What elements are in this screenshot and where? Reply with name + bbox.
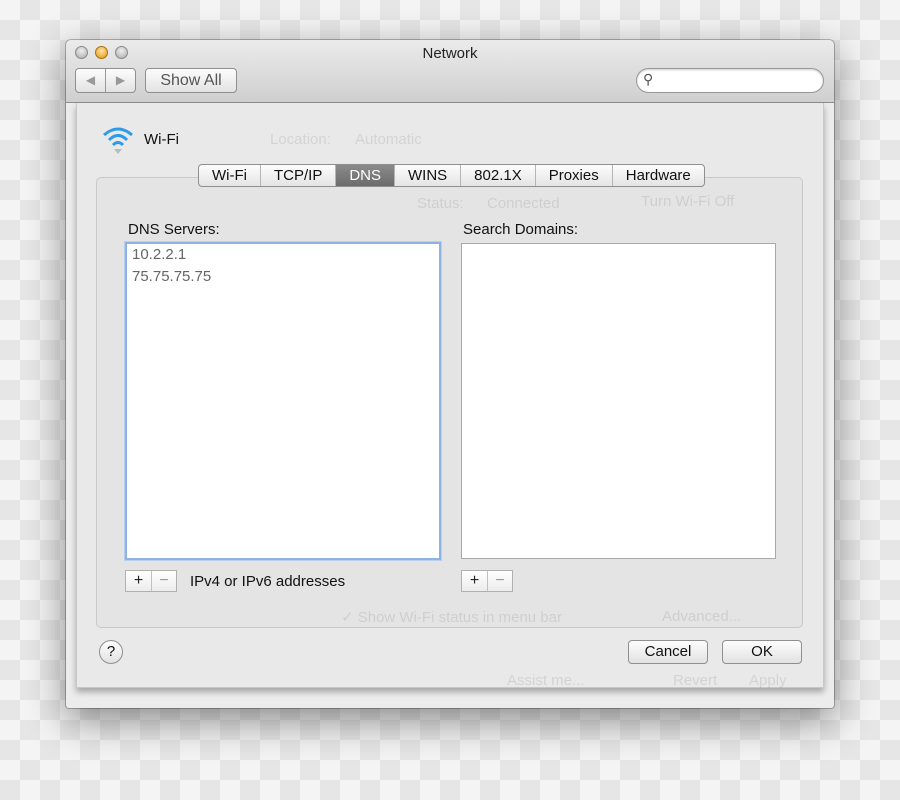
tab-wifi[interactable]: Wi-Fi [199,165,260,186]
ghost-advanced: Advanced... [662,608,742,625]
dns-hint: IPv4 or IPv6 addresses [190,573,346,590]
dns-servers-list[interactable]: 10.2.2.1 75.75.75.75 [125,242,441,560]
ghost-assist: Assist me... [507,672,585,689]
title-bar: Network ◀ ▶ Show All ⚲ [66,40,834,103]
wifi-icon [103,127,133,154]
ghost-apply: Apply [749,672,787,689]
back-forward-control[interactable]: ◀ ▶ [75,68,136,93]
dns-add-remove: + − [125,570,177,592]
ghost-revert: Revert [673,672,718,689]
tab-8021x[interactable]: 802.1X [460,165,535,186]
add-domain-button[interactable]: + [462,571,487,591]
search-input[interactable]: ⚲ [636,68,824,93]
tab-hardware[interactable]: Hardware [611,165,704,186]
service-name: Wi-Fi [144,131,179,148]
tab-wins[interactable]: WINS [394,165,460,186]
cancel-button[interactable]: Cancel [628,640,708,664]
tab-tcpip[interactable]: TCP/IP [259,165,335,186]
dns-servers-label: DNS Servers: [128,221,220,238]
search-domains-list[interactable] [461,243,776,559]
location-label: Location: [270,131,331,148]
location-value: Automatic [355,131,422,148]
forward-icon[interactable]: ▶ [105,69,135,92]
dns-server-entry[interactable]: 10.2.2.1 [127,244,439,266]
remove-dns-button[interactable]: − [151,571,176,591]
tab-proxies[interactable]: Proxies [534,165,612,186]
magnifier-icon: ⚲ [643,71,654,87]
window-title: Network [422,45,478,62]
ghost-status-label: Status: [417,195,464,212]
help-button[interactable]: ? [99,640,123,664]
show-all-button[interactable]: Show All [145,68,237,93]
domain-add-remove: + − [461,570,513,592]
dns-server-entry[interactable]: 75.75.75.75 [127,266,439,288]
dns-sheet: Location: Automatic ✓ Show Wi-Fi status … [76,103,824,689]
add-dns-button[interactable]: + [126,571,151,591]
ghost-show-status: ✓ Show Wi-Fi status in menu bar [341,609,562,626]
search-domains-label: Search Domains: [463,221,579,238]
tab-bar: Wi-Fi TCP/IP DNS WINS 802.1X Proxies Har… [198,164,705,187]
tab-dns[interactable]: DNS [335,165,394,186]
ghost-turn-off: Turn Wi-Fi Off [641,193,735,210]
back-icon[interactable]: ◀ [76,69,105,92]
ok-button[interactable]: OK [722,640,802,664]
network-window: Network ◀ ▶ Show All ⚲ Location: Automat… [66,40,834,708]
ghost-status-value: Connected [487,195,560,212]
remove-domain-button[interactable]: − [487,571,512,591]
